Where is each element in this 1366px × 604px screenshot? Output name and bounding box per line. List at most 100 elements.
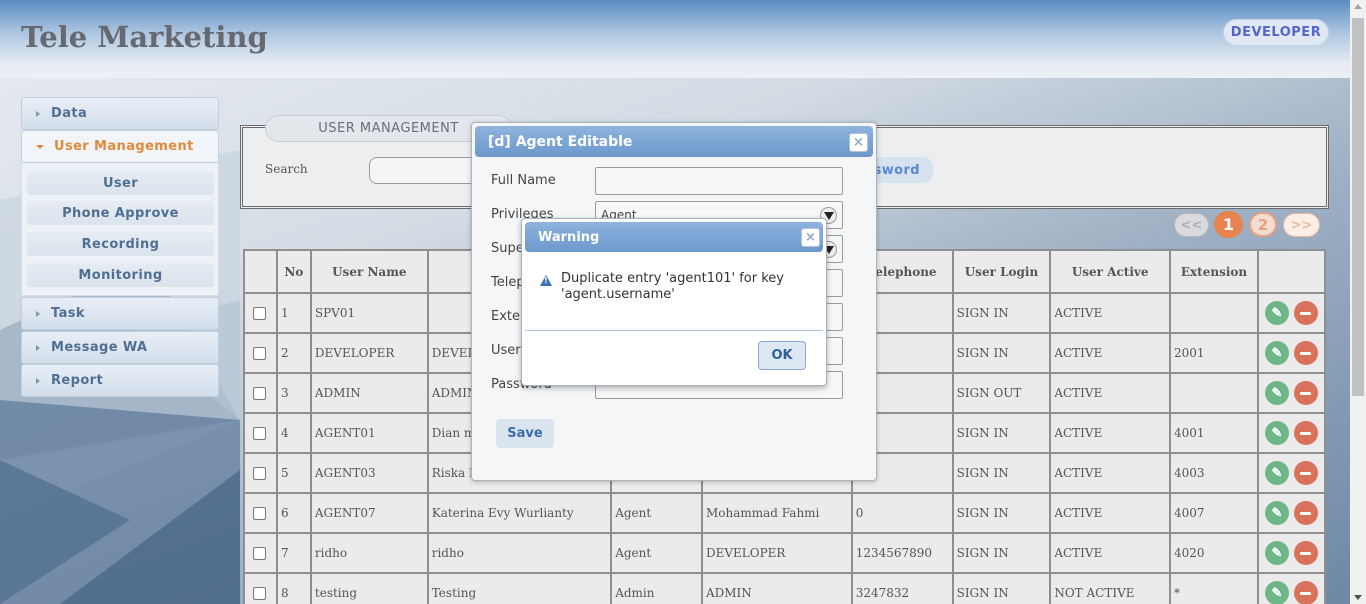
full-name-field[interactable] xyxy=(595,167,843,195)
delete-icon[interactable] xyxy=(1293,301,1318,325)
delete-icon[interactable] xyxy=(1293,381,1318,405)
search-label: Search xyxy=(265,162,308,176)
edit-icon[interactable]: ✎ xyxy=(1264,461,1289,485)
table-cell: 1234567890 xyxy=(850,532,954,574)
warning-message: Duplicate entry 'agent101' for key 'agen… xyxy=(561,271,784,302)
table-cell xyxy=(1169,372,1259,414)
table-cell: SIGN IN xyxy=(951,572,1052,604)
caret-right-icon xyxy=(36,110,40,117)
table-cell: ridho xyxy=(309,532,429,574)
scroll-down-icon[interactable] xyxy=(1354,595,1362,600)
row-actions: ✎ xyxy=(1262,341,1324,365)
row-actions: ✎ xyxy=(1262,581,1324,604)
column-header: User Active xyxy=(1049,249,1172,294)
table-cell: SIGN IN xyxy=(951,532,1052,574)
edit-icon[interactable]: ✎ xyxy=(1264,501,1289,525)
caret-right-icon xyxy=(36,310,40,317)
ok-button[interactable]: OK xyxy=(758,341,806,370)
select-cell xyxy=(243,572,278,604)
sidebar-item-user-management[interactable]: User Management xyxy=(21,130,219,163)
username-label: User xyxy=(491,343,521,358)
table-cell: ACTIVE xyxy=(1049,372,1172,414)
delete-icon[interactable] xyxy=(1293,341,1318,365)
caret-right-icon xyxy=(36,377,40,384)
submenu-item-phone-approve[interactable]: Phone Approve xyxy=(27,201,214,225)
select-cell xyxy=(243,452,278,494)
row-actions: ✎ xyxy=(1262,381,1324,405)
save-button[interactable]: Save xyxy=(496,419,554,448)
user-badge[interactable]: DEVELOPER xyxy=(1223,19,1329,46)
delete-icon[interactable] xyxy=(1293,501,1318,525)
sidebar-item-report[interactable]: Report xyxy=(21,364,219,397)
table-cell: SPV01 xyxy=(309,292,429,334)
actions-cell: ✎ xyxy=(1256,292,1327,334)
row-checkbox[interactable] xyxy=(253,306,266,320)
edit-icon[interactable]: ✎ xyxy=(1264,541,1289,565)
delete-icon[interactable] xyxy=(1293,541,1318,565)
row-checkbox[interactable] xyxy=(253,506,266,520)
table-cell: 1 xyxy=(275,292,312,334)
table-cell: NOT ACTIVE xyxy=(1049,572,1172,604)
table-cell: 6 xyxy=(275,492,312,534)
row-checkbox[interactable] xyxy=(253,546,266,560)
scroll-up-icon[interactable] xyxy=(1354,4,1362,9)
table-cell: 2 xyxy=(275,332,312,374)
edit-icon[interactable]: ✎ xyxy=(1264,381,1289,405)
select-header xyxy=(243,249,278,294)
edit-icon[interactable]: ✎ xyxy=(1264,421,1289,445)
delete-icon[interactable] xyxy=(1293,461,1318,485)
delete-icon[interactable] xyxy=(1293,581,1318,604)
submenu-item-user[interactable]: User xyxy=(27,171,214,195)
dialog-title-text: [d] Agent Editable xyxy=(488,133,633,150)
minus-bar xyxy=(1300,471,1312,475)
table-row: 7 ridho ridho Agent DEVELOPER 1234567890 SIGN … xyxy=(243,532,1327,574)
table-cell: ACTIVE xyxy=(1049,292,1172,334)
table-cell: SIGN IN xyxy=(951,492,1052,534)
row-checkbox[interactable] xyxy=(253,466,266,480)
scrollbar-thumb[interactable] xyxy=(1352,18,1364,396)
table-cell: AGENT03 xyxy=(309,452,429,494)
row-checkbox[interactable] xyxy=(253,586,266,600)
table-cell: SIGN IN xyxy=(951,292,1052,334)
row-checkbox[interactable] xyxy=(253,386,266,400)
table-cell: AGENT07 xyxy=(309,492,429,534)
warning-title-bar: Warning × xyxy=(525,222,823,252)
sidebar-item-label: Task xyxy=(51,306,85,321)
minus-bar xyxy=(1300,511,1312,515)
table-cell: testing xyxy=(309,572,429,604)
column-header: User Login xyxy=(951,249,1052,294)
table-cell: SIGN OUT xyxy=(951,372,1052,414)
divider xyxy=(525,330,823,331)
minus-bar xyxy=(1300,351,1312,355)
delete-icon[interactable] xyxy=(1293,421,1318,445)
close-icon[interactable]: × xyxy=(849,133,868,152)
row-checkbox[interactable] xyxy=(253,426,266,440)
minus-bar xyxy=(1300,431,1312,435)
caret-right-icon xyxy=(36,344,40,351)
table-cell: 3247832 xyxy=(850,572,954,604)
minus-bar xyxy=(1300,591,1312,595)
close-icon[interactable]: × xyxy=(801,228,820,247)
table-cell: ACTIVE xyxy=(1049,492,1172,534)
vertical-scrollbar[interactable] xyxy=(1350,0,1366,604)
edit-icon[interactable]: ✎ xyxy=(1264,341,1289,365)
pager-next-button[interactable]: >> xyxy=(1283,213,1320,237)
pager-page-2[interactable]: 2 xyxy=(1249,212,1277,237)
minus-bar xyxy=(1300,311,1312,315)
column-header: Extension xyxy=(1169,249,1259,294)
row-actions: ✎ xyxy=(1262,301,1324,325)
row-checkbox[interactable] xyxy=(253,346,266,360)
table-cell: * xyxy=(1169,572,1259,604)
edit-icon[interactable]: ✎ xyxy=(1264,581,1289,604)
submenu-item-monitoring[interactable]: Monitoring xyxy=(27,263,214,287)
submenu-item-recording[interactable]: Recording xyxy=(27,232,214,256)
row-actions: ✎ xyxy=(1262,461,1324,485)
edit-icon[interactable]: ✎ xyxy=(1264,301,1289,325)
sidebar-item-task[interactable]: Task xyxy=(21,297,219,330)
sidebar-item-message-wa[interactable]: Message WA xyxy=(21,331,219,364)
sidebar-item-data[interactable]: Data xyxy=(21,97,219,130)
table-cell: ACTIVE xyxy=(1049,532,1172,574)
row-actions: ✎ xyxy=(1262,501,1324,525)
pager-prev-button[interactable]: << xyxy=(1174,213,1209,237)
pager-page-1[interactable]: 1 xyxy=(1214,211,1243,238)
